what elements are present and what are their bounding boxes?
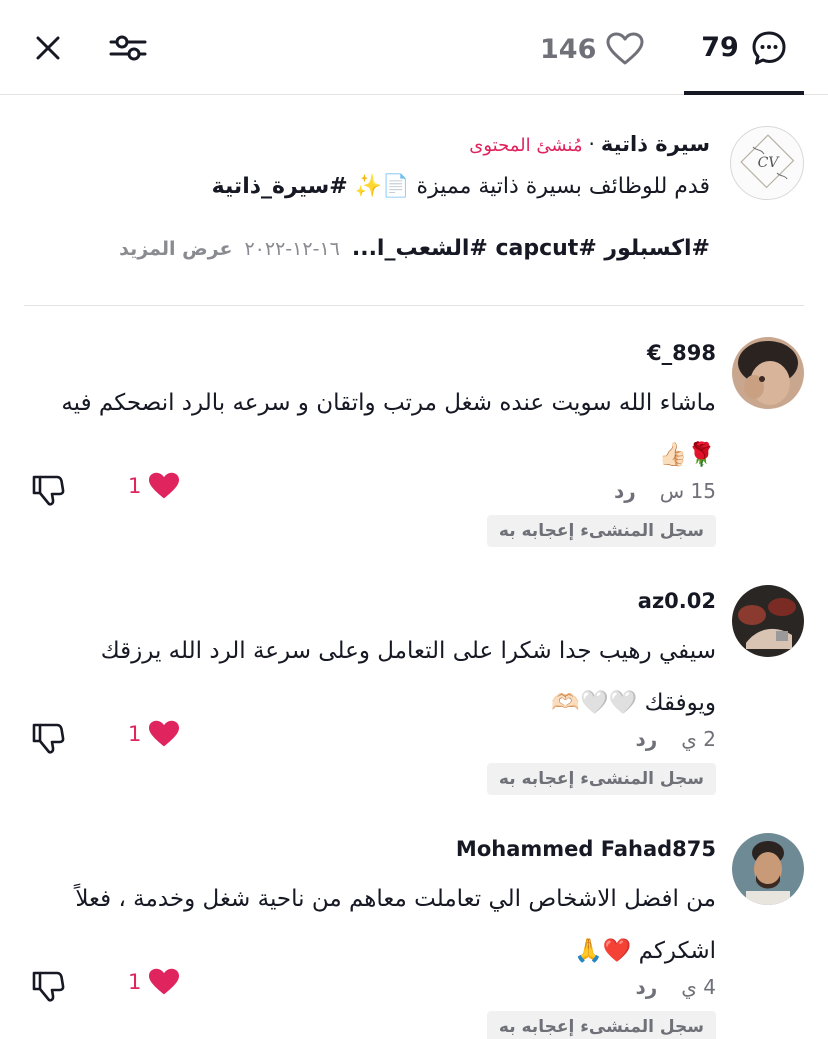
hashtags-line: #اكسبلور #capcut #الشعب_ا... ١٦-١٢-٢٠٢٢ … xyxy=(119,236,710,261)
active-tab-indicator xyxy=(684,91,804,95)
caption-text: قدم للوظائف بسيرة ذاتية مميزة xyxy=(416,174,710,199)
comments-count: 79 xyxy=(701,32,739,63)
hashtags[interactable]: #اكسبلور #capcut #الشعب_ا... xyxy=(352,236,710,261)
thumbs-down-icon xyxy=(32,723,65,754)
avatar[interactable] xyxy=(732,337,804,409)
comment-bubble-icon xyxy=(752,31,786,64)
filter-button[interactable] xyxy=(108,28,148,68)
comment-like-button[interactable]: 1 xyxy=(128,471,181,501)
heart-filled-icon xyxy=(149,472,180,499)
likes-count: 146 xyxy=(540,33,597,65)
creator-liked-badge: سجل المنشىء إعجابه به xyxy=(486,1011,716,1039)
caption: قدم للوظائف بسيرة ذاتية مميزة 📄✨ #سيرة_ذ… xyxy=(212,174,710,199)
video-description: CV سيرة ذاتية · مُنشئ المحتوى قدم للوظائ… xyxy=(24,96,804,306)
comment-meta: 15 س رد xyxy=(614,479,716,503)
reply-button[interactable]: رد xyxy=(635,727,657,751)
post-date: ١٦-١٢-٢٠٢٢ xyxy=(244,238,340,260)
comment-like-count: 1 xyxy=(128,722,142,746)
separator-dot: · xyxy=(588,132,595,156)
comment-text: ماشاء الله سويت عنده شغل مرتب واتقان و س… xyxy=(61,390,716,468)
comment-like-count: 1 xyxy=(128,474,142,498)
creator-badge: مُنشئ المحتوى xyxy=(469,135,583,156)
sliders-icon xyxy=(109,35,147,61)
comment-username[interactable]: Mohammed Fahad875 xyxy=(456,837,716,861)
comment-like-button[interactable]: 1 xyxy=(128,967,181,997)
comment-item: €_898 ماشاء الله سويت عنده شغل مرتب واتق… xyxy=(24,337,804,547)
comment-meta: 4 ي رد xyxy=(635,975,716,999)
creator-line: سيرة ذاتية · مُنشئ المحتوى xyxy=(469,132,710,156)
heart-outline-icon xyxy=(606,32,644,65)
avatar[interactable] xyxy=(732,585,804,657)
reply-button[interactable]: رد xyxy=(614,479,636,503)
comment-meta: 2 ي رد xyxy=(635,727,716,751)
heart-filled-icon xyxy=(149,720,180,747)
tab-likes[interactable]: 146 xyxy=(540,24,644,74)
dislike-button[interactable] xyxy=(30,719,66,755)
caption-emojis: 📄✨ xyxy=(354,174,410,199)
comment-username[interactable]: az0.02 xyxy=(638,589,716,613)
reply-button[interactable]: رد xyxy=(635,975,657,999)
close-icon xyxy=(36,36,60,60)
creator-avatar[interactable]: CV xyxy=(730,126,804,200)
comment-text: من افضل الاشخاص الي تعاملت معاهم من ناحي… xyxy=(75,886,716,964)
cv-logo-icon: CV xyxy=(740,134,795,189)
comment-like-button[interactable]: 1 xyxy=(128,719,181,749)
comment-item: Mohammed Fahad875 من افضل الاشخاص الي تع… xyxy=(24,833,804,1039)
hashtag-link[interactable]: #سيرة_ذاتية xyxy=(212,174,348,199)
svg-text:CV: CV xyxy=(758,155,781,171)
comment-item: az0.02 سيفي رهيب جدا شكرا على التعامل وع… xyxy=(24,585,804,795)
thumbs-down-icon xyxy=(32,971,65,1002)
dislike-button[interactable] xyxy=(30,967,66,1003)
comment-time: 15 س xyxy=(659,479,716,503)
creator-liked-badge: سجل المنشىء إعجابه به xyxy=(486,515,716,547)
thumbs-down-icon xyxy=(32,475,65,506)
comment-username[interactable]: €_898 xyxy=(647,341,716,365)
comment-time: 2 ي xyxy=(681,727,716,751)
comment-text: سيفي رهيب جدا شكرا على التعامل وعلى سرعة… xyxy=(100,638,716,716)
comment-like-count: 1 xyxy=(128,970,142,994)
avatar[interactable] xyxy=(732,833,804,905)
see-more-link[interactable]: عرض المزيد xyxy=(119,238,232,260)
tab-comments[interactable]: 79 xyxy=(684,0,804,95)
comments-header: 146 79 xyxy=(0,0,828,95)
close-button[interactable] xyxy=(28,28,68,68)
creator-liked-badge: سجل المنشىء إعجابه به xyxy=(486,763,716,795)
creator-name[interactable]: سيرة ذاتية xyxy=(601,132,710,156)
dislike-button[interactable] xyxy=(30,471,66,507)
heart-filled-icon xyxy=(149,968,180,995)
comment-time: 4 ي xyxy=(681,975,716,999)
